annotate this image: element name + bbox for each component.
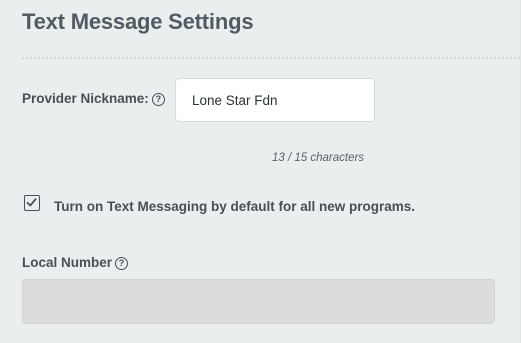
local-number-input [22, 279, 495, 324]
provider-nickname-label: Provider Nickname: [22, 91, 149, 106]
local-number-label: Local Number [22, 255, 113, 270]
local-number-label-group: Local Number? [22, 254, 129, 272]
provider-nickname-label-group: Provider Nickname:? [22, 90, 165, 108]
character-count: 13 / 15 characters [272, 152, 365, 164]
checkmark-icon [26, 198, 37, 207]
text-message-settings-panel: Text Message Settings Provider Nickname:… [0, 0, 521, 343]
page-title: Text Message Settings [22, 9, 254, 34]
section-divider [22, 57, 520, 59]
question-circle-icon[interactable]: ? [115, 257, 129, 270]
provider-nickname-input[interactable] [175, 78, 375, 122]
default-texting-checkbox[interactable] [24, 195, 40, 211]
question-circle-icon[interactable]: ? [151, 93, 165, 106]
default-texting-label[interactable]: Turn on Text Messaging by default for al… [54, 198, 415, 216]
